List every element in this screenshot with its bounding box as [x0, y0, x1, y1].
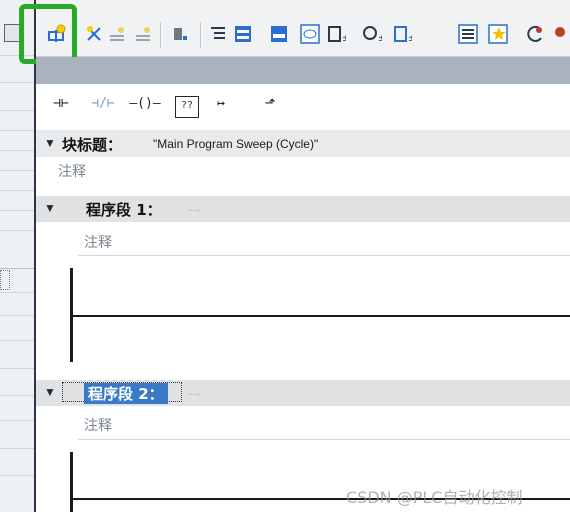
- network-2-label[interactable]: 程序段 2：: [84, 383, 168, 404]
- svg-text:±: ±: [408, 34, 412, 44]
- watermark-text: CSDN @PLC自动化控制: [346, 488, 523, 507]
- network-comments-icon[interactable]: [300, 24, 320, 44]
- block-comment-row[interactable]: [36, 157, 570, 182]
- open-all-networks-icon[interactable]: [208, 24, 228, 44]
- highlight-box: [19, 4, 77, 64]
- insert-row-icon[interactable]: [107, 24, 127, 44]
- close-all-networks-icon[interactable]: [233, 24, 253, 44]
- collapse-caret-icon[interactable]: ▼: [44, 136, 56, 150]
- network-overview-icon[interactable]: [269, 24, 289, 44]
- tree-item-focus[interactable]: [0, 270, 10, 290]
- network-1-caret-icon[interactable]: ▼: [44, 201, 56, 215]
- tree-item-icon[interactable]: [4, 24, 20, 42]
- block-title-label: 块标题：: [62, 136, 123, 154]
- clear-icon[interactable]: [170, 24, 190, 44]
- delete-network-icon[interactable]: [84, 24, 104, 44]
- network-2-power-rail: [70, 452, 73, 512]
- symbolic-operand-icon[interactable]: ±: [362, 24, 382, 44]
- network-1-title[interactable]: .....: [187, 203, 201, 214]
- close-branch-button[interactable]: ⬏: [257, 96, 283, 116]
- coil-button[interactable]: –()–: [127, 96, 163, 116]
- network-1-comment[interactable]: 注释: [84, 232, 112, 252]
- absolute-operand-icon[interactable]: ±: [326, 24, 346, 44]
- jump-forward-icon[interactable]: [552, 24, 570, 44]
- network-1-rung[interactable]: [70, 315, 570, 317]
- network-1-label: 程序段 1：: [86, 201, 162, 219]
- network-2-comment[interactable]: 注释: [84, 415, 112, 435]
- toolbar-separator-bar: [36, 57, 570, 84]
- no-contact-button[interactable]: ⊣⊢: [44, 96, 78, 116]
- block-comment[interactable]: 注释: [58, 161, 86, 181]
- network-2-caret-icon[interactable]: ▼: [44, 385, 56, 399]
- nc-contact-button[interactable]: ⊣/⊢: [84, 96, 122, 116]
- svg-text:±: ±: [378, 34, 382, 44]
- display-favorites-icon[interactable]: ±: [392, 24, 412, 44]
- delete-row-icon[interactable]: [133, 24, 153, 44]
- block-title-value[interactable]: "Main Program Sweep (Cycle)": [153, 137, 318, 151]
- network-2-comment-row[interactable]: [78, 411, 570, 440]
- svg-text:±: ±: [342, 34, 346, 44]
- empty-box-button[interactable]: ??: [175, 96, 199, 118]
- jump-back-icon[interactable]: [525, 24, 545, 44]
- project-tree-panel: [0, 0, 34, 512]
- network-1-comment-row[interactable]: [78, 227, 570, 256]
- favorites-icon[interactable]: [488, 24, 508, 44]
- open-branch-button[interactable]: ↦: [208, 96, 234, 116]
- network-2-title[interactable]: .....: [187, 387, 201, 398]
- list-icon[interactable]: [458, 24, 478, 44]
